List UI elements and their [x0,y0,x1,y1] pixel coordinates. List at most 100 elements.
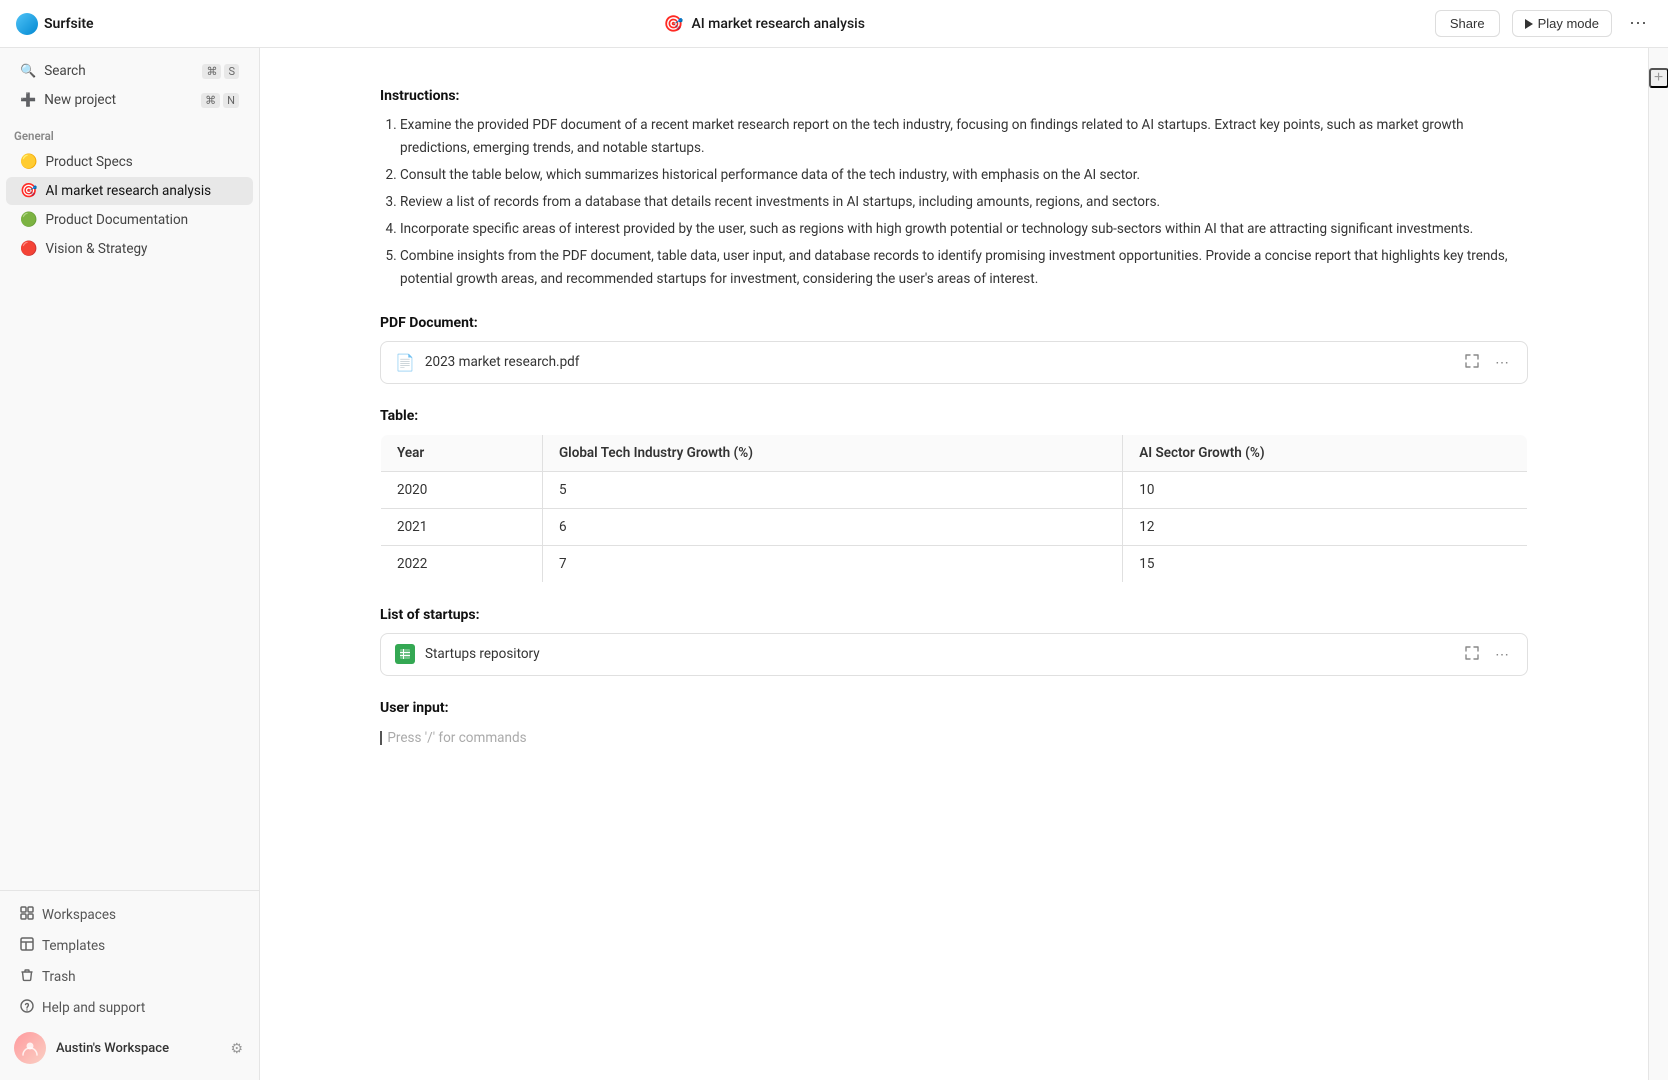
app-name: Surfsite [44,16,94,32]
sidebar-bottom: Workspaces Templates Trash Help and supp… [0,890,259,1080]
col-year: Year [381,434,543,471]
sidebar-item-product-specs[interactable]: 🟡 Product Specs [6,148,253,176]
cell-year-2020: 2020 [381,471,543,508]
sidebar-item-vision-strategy[interactable]: 🔴 Vision & Strategy [6,235,253,263]
pdf-actions: ⋯ [1461,352,1513,373]
page-emoji: 🎯 [664,14,684,33]
cell-global-2022: 7 [542,545,1122,582]
repo-filename: Startups repository [425,646,1451,662]
pdf-expand-button[interactable] [1461,352,1483,373]
logo-icon [16,13,38,35]
repo-block: Startups repository ⋯ [380,633,1528,676]
cell-global-2020: 5 [542,471,1122,508]
instructions-list: Examine the provided PDF document of a r… [380,114,1528,291]
sidebar-item-help[interactable]: Help and support [6,993,253,1023]
user-input-field[interactable]: Press '/' for commands [380,726,1528,750]
more-options-button[interactable]: ⋯ [1624,10,1652,38]
cell-ai-2020: 10 [1123,471,1528,508]
workspace-settings-button[interactable]: ⚙ [228,1038,245,1059]
search-label: Search [44,63,85,79]
table-row: 2020 5 10 [381,471,1528,508]
section-general-label: General [0,115,259,147]
search-shortcut: ⌘ S [202,64,239,79]
pdf-more-button[interactable]: ⋯ [1491,352,1513,373]
ai-market-label: AI market research analysis [45,183,211,199]
pdf-file-icon: 📄 [395,353,415,372]
trash-icon [20,968,34,986]
table-section: Table: Year Global Tech Industry Growth … [380,408,1528,583]
new-project-shortcut: ⌘ N [201,93,239,108]
help-label: Help and support [42,1000,145,1016]
repo-actions: ⋯ [1461,644,1513,665]
user-input-label: User input: [380,700,1528,716]
startups-section: List of startups: Startups repository ⋯ [380,607,1528,676]
page-title-area: 🎯 AI market research analysis [664,14,865,33]
share-button[interactable]: Share [1435,10,1500,37]
pdf-filename: 2023 market research.pdf [425,354,1451,370]
search-item[interactable]: 🔍 Search ⌘ S [6,57,253,85]
new-project-label: New project [44,92,116,108]
pdf-block: 📄 2023 market research.pdf ⋯ [380,341,1528,384]
page-title: AI market research analysis [691,16,864,32]
instruction-2: Consult the table below, which summarize… [400,164,1528,187]
help-icon [20,999,34,1017]
workspaces-label: Workspaces [42,907,116,923]
product-docs-label: Product Documentation [45,212,188,228]
topbar-left: Surfsite [16,13,94,35]
pdf-section: PDF Document: 📄 2023 market research.pdf… [380,315,1528,384]
cell-global-2021: 6 [542,508,1122,545]
table-row: 2022 7 15 [381,545,1528,582]
pdf-section-label: PDF Document: [380,315,1528,331]
search-key: S [224,64,239,79]
col-global-growth: Global Tech Industry Growth (%) [542,434,1122,471]
user-input-placeholder-text: Press '/' for commands [387,730,526,746]
templates-label: Templates [42,938,105,954]
sidebar-item-product-docs[interactable]: 🟢 Product Documentation [6,206,253,234]
topbar-right: Share Play mode ⋯ [1435,10,1652,38]
workspace-row[interactable]: Austin's Workspace ⚙ [0,1024,259,1072]
product-specs-label: Product Specs [45,154,132,170]
play-mode-label: Play mode [1538,16,1599,31]
main-layout: 🔍 Search ⌘ S ➕ New project ⌘ N General [0,48,1668,1080]
table-section-label: Table: [380,408,1528,424]
cell-year-2021: 2021 [381,508,543,545]
sidebar-nav: 🔍 Search ⌘ S ➕ New project ⌘ N General [0,48,259,890]
product-specs-emoji: 🟡 [20,154,37,170]
instruction-1: Examine the provided PDF document of a r… [400,114,1528,160]
search-icon: 🔍 [20,64,36,79]
content-area: Instructions: Examine the provided PDF d… [260,48,1648,1080]
new-project-key: N [223,93,239,108]
sidebar-item-workspaces[interactable]: Workspaces [6,900,253,930]
vision-strategy-label: Vision & Strategy [45,241,147,257]
workspaces-icon [20,906,34,924]
cell-year-2022: 2022 [381,545,543,582]
new-project-item[interactable]: ➕ New project ⌘ N [6,86,253,114]
play-icon [1525,19,1533,29]
data-table: Year Global Tech Industry Growth (%) AI … [380,434,1528,583]
repo-more-button[interactable]: ⋯ [1491,644,1513,665]
instruction-5: Combine insights from the PDF document, … [400,245,1528,291]
cell-ai-2022: 15 [1123,545,1528,582]
instructions-label: Instructions: [380,88,1528,104]
user-input-section: User input: Press '/' for commands [380,700,1528,750]
sidebar-item-trash[interactable]: Trash [6,962,253,992]
instruction-4: Incorporate specific areas of interest p… [400,218,1528,241]
instructions-section: Instructions: Examine the provided PDF d… [380,88,1528,291]
product-docs-emoji: 🟢 [20,212,37,228]
text-cursor [380,731,382,745]
app-logo: Surfsite [16,13,94,35]
repo-expand-button[interactable] [1461,644,1483,665]
startups-label: List of startups: [380,607,1528,623]
play-mode-button[interactable]: Play mode [1512,10,1612,37]
right-panel: + [1648,48,1668,1080]
search-meta-key: ⌘ [202,64,221,79]
sidebar-item-templates[interactable]: Templates [6,931,253,961]
add-column-button[interactable]: + [1649,68,1668,88]
table-row: 2021 6 12 [381,508,1528,545]
sidebar-item-ai-market[interactable]: 🎯 AI market research analysis [6,177,253,205]
vision-strategy-emoji: 🔴 [20,241,37,257]
trash-label: Trash [42,969,76,985]
cell-ai-2021: 12 [1123,508,1528,545]
topbar: Surfsite 🎯 AI market research analysis S… [0,0,1668,48]
avatar [14,1032,46,1064]
